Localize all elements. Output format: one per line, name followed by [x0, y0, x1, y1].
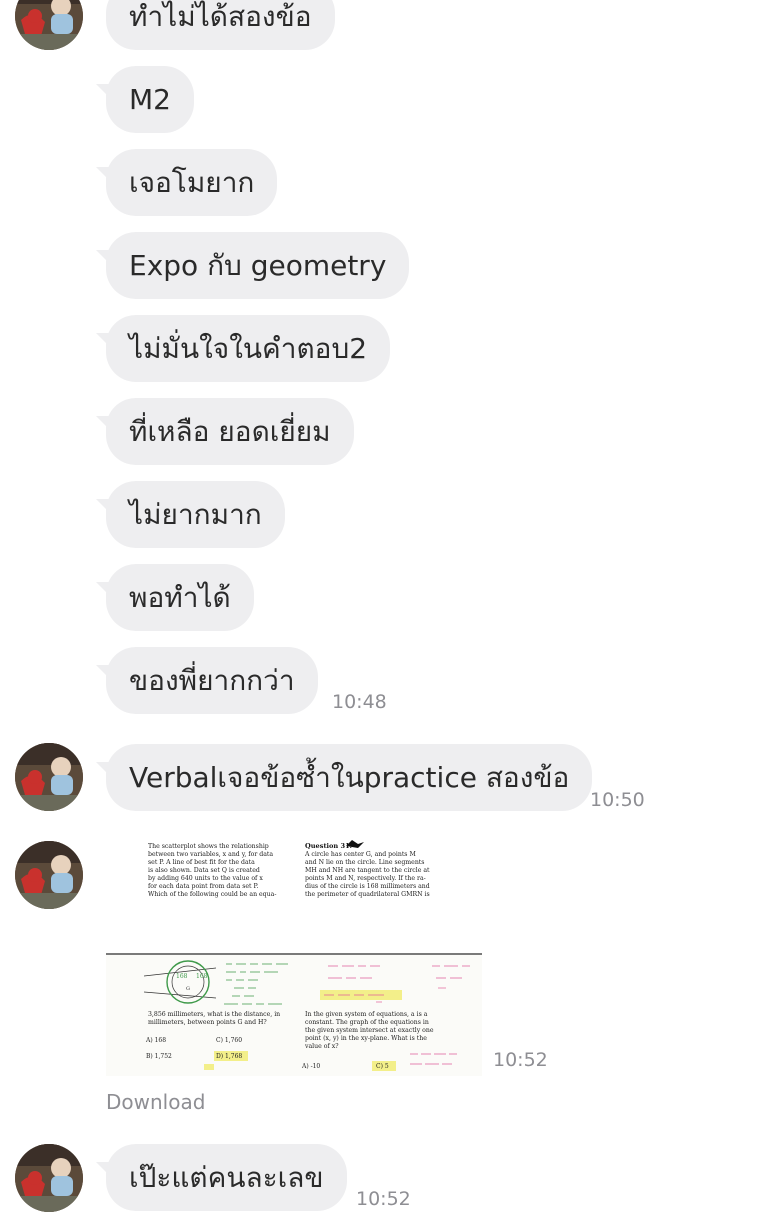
- exam-photo: The scatterplot shows the relationship b…: [106, 832, 482, 1076]
- exam-text-line: the perimeter of quadrilateral GMRN is: [305, 891, 430, 898]
- exam-text-line: points M and N, respectively. If the ra-: [305, 875, 426, 882]
- diagram-label: G: [186, 986, 190, 992]
- exam-text-line: Which of the following could be an equa-: [148, 891, 276, 898]
- message-text: Verbalเจอข้อซ้ำในpractice สองข้อ: [129, 761, 570, 794]
- answer-choice: A) -10: [301, 1063, 320, 1070]
- message-text: เจอโมยาก: [129, 166, 255, 199]
- exam-text-line: by adding 640 units to the value of x: [148, 875, 263, 882]
- answer-choice: D) 1,768: [216, 1053, 242, 1060]
- image-message[interactable]: The scatterplot shows the relationship b…: [106, 832, 482, 1076]
- message-text: Expo กับ geometry: [129, 249, 387, 282]
- exam-text-line: set P. A line of best fit for the data: [148, 859, 255, 866]
- exam-text-line: In the given system of equations, a is a: [305, 1011, 428, 1018]
- message-text: M2: [129, 83, 171, 116]
- avatar-photo-icon: [15, 743, 83, 811]
- message-bubble[interactable]: ของพี่ยากกว่า: [96, 647, 318, 714]
- exam-text-line: A circle has center G, and points M: [304, 851, 416, 858]
- message-bubble[interactable]: M2: [96, 66, 194, 133]
- message-text: พอทำได้: [129, 581, 231, 614]
- exam-text-line: between two variables, x and y, for data: [148, 851, 273, 858]
- exam-text-line: for each data point from data set P.: [148, 883, 258, 890]
- message-text: เป๊ะแต่คนละเลข: [129, 1161, 324, 1194]
- message-text: ไม่ยากมาก: [129, 498, 262, 531]
- sender-avatar[interactable]: [15, 743, 83, 811]
- exam-text-line: MH and NH are tangent to the circle at: [305, 867, 430, 874]
- avatar-photo-icon: [15, 0, 83, 50]
- answer-choice: C) 1,760: [216, 1037, 242, 1044]
- message-bubble[interactable]: เป๊ะแต่คนละเลข: [96, 1144, 347, 1211]
- message-bubble[interactable]: เจอโมยาก: [95, 149, 278, 216]
- message-bubble[interactable]: ไม่มั่นใจในคำตอบ2: [95, 315, 391, 382]
- answer-choice: A) 168: [145, 1037, 166, 1044]
- exam-text-line: The scatterplot shows the relationship: [148, 843, 269, 850]
- download-link[interactable]: Download: [106, 1090, 205, 1114]
- message-timestamp: 10:50: [590, 789, 645, 811]
- exam-text-line: value of x?: [304, 1043, 339, 1050]
- sender-avatar[interactable]: [15, 841, 83, 909]
- message-text: ที่เหลือ ยอดเยี่ยม: [129, 415, 331, 448]
- diagram-label: 168: [196, 973, 208, 980]
- message-text: ของพี่ยากกว่า: [129, 664, 295, 697]
- answer-choice: C) 5: [376, 1063, 389, 1070]
- exam-text-line: dius of the circle is 168 millimeters an…: [305, 883, 430, 890]
- message-text: ไม่มั่นใจในคำตอบ2: [129, 332, 368, 365]
- question-label: Question 31.: [305, 842, 352, 850]
- message-bubble[interactable]: ทำไม่ได้สองข้อ: [106, 0, 335, 50]
- avatar-photo-icon: [15, 841, 83, 909]
- exam-text-line: constant. The graph of the equations in: [305, 1019, 429, 1026]
- message-timestamp: 10:48: [332, 691, 387, 713]
- message-bubble[interactable]: ที่เหลือ ยอดเยี่ยม: [96, 398, 354, 465]
- message-bubble[interactable]: ไม่ยากมาก: [96, 481, 285, 548]
- answer-choice: B) 1,752: [146, 1053, 172, 1060]
- sender-avatar[interactable]: [15, 0, 83, 50]
- exam-text-line: is also shown. Data set Q is created: [148, 867, 260, 874]
- message-text: ทำไม่ได้สองข้อ: [129, 0, 312, 33]
- message-timestamp: 10:52: [356, 1188, 411, 1210]
- exam-text-line: and N lie on the circle. Line segments: [305, 859, 424, 866]
- exam-text-line: point (x, y) in the xy-plane. What is th…: [305, 1035, 427, 1042]
- message-bubble[interactable]: พอทำได้: [96, 564, 254, 631]
- avatar-photo-icon: [15, 1144, 83, 1212]
- message-bubble[interactable]: Verbalเจอข้อซ้ำในpractice สองข้อ: [95, 744, 593, 811]
- message-bubble[interactable]: Expo กับ geometry: [95, 232, 410, 299]
- exam-text-line: millimeters, between points G and H?: [148, 1019, 267, 1026]
- sender-avatar[interactable]: [15, 1144, 83, 1212]
- exam-text-line: 3,856 millimeters, what is the distance,…: [148, 1011, 280, 1018]
- diagram-label: 168: [176, 973, 188, 980]
- message-timestamp: 10:52: [493, 1049, 548, 1071]
- exam-text-line: the given system intersect at exactly on…: [305, 1027, 434, 1034]
